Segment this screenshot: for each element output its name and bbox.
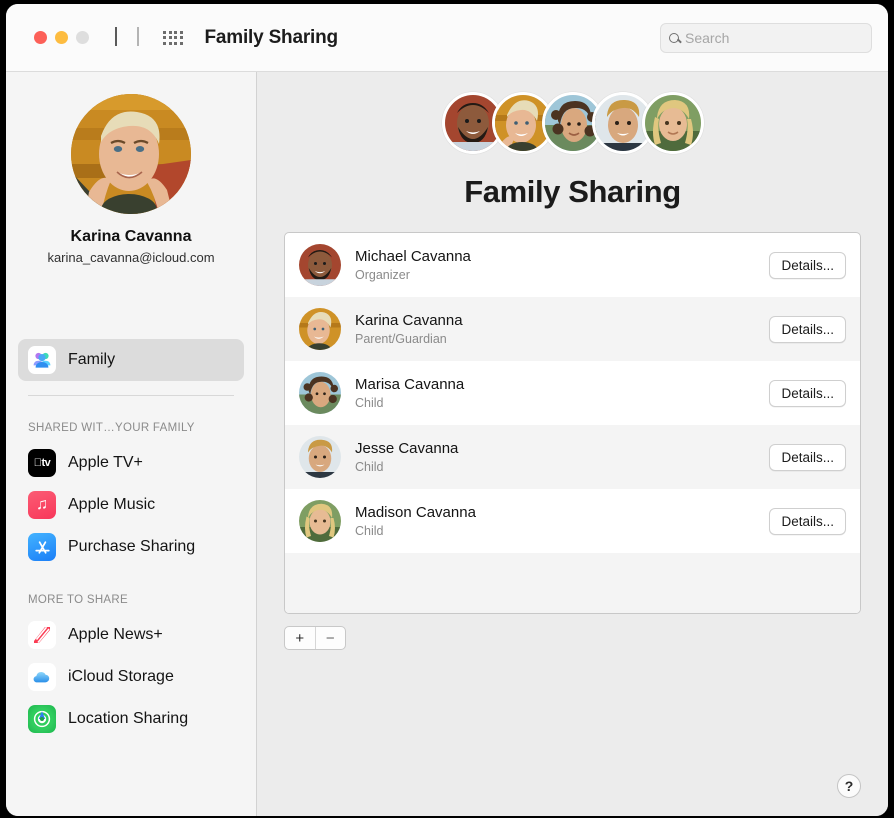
member-role: Organizer: [355, 268, 410, 282]
avatar: [299, 500, 341, 542]
family-icon: [28, 346, 56, 374]
list-empty-area: [285, 553, 860, 613]
sidebar-item-apple-tv[interactable]: tv Apple TV+: [18, 442, 244, 484]
sidebar-item-label: Location Sharing: [68, 710, 189, 727]
member-name: Madison Cavanna: [355, 504, 476, 521]
details-button[interactable]: Details...: [769, 251, 846, 279]
member-info: Madison Cavanna Child: [355, 504, 769, 538]
avatar: [71, 94, 191, 214]
table-row[interactable]: Karina Cavanna Parent/Guardian Details..…: [285, 297, 860, 361]
sidebar-item-location-sharing[interactable]: Location Sharing: [18, 698, 244, 740]
avatar: [299, 436, 341, 478]
details-button[interactable]: Details...: [769, 315, 846, 343]
member-role: Child: [355, 460, 384, 474]
member-name: Marisa Cavanna: [355, 376, 465, 393]
member-info: Marisa Cavanna Child: [355, 376, 769, 410]
find-my-icon: [28, 705, 56, 733]
table-row[interactable]: Marisa Cavanna Child Details...: [285, 361, 860, 425]
add-member-button[interactable]: +: [285, 627, 315, 649]
sidebar-section-header-shared: SHARED WIT…YOUR FAMILY: [28, 422, 195, 434]
sidebar-item-purchase-sharing[interactable]: Purchase Sharing: [18, 526, 244, 568]
member-info: Karina Cavanna Parent/Guardian: [355, 312, 769, 346]
member-name: Karina Cavanna: [355, 312, 463, 329]
sidebar-item-label: Apple TV+: [68, 454, 143, 471]
navigation-buttons: [115, 26, 139, 47]
chevron-left-icon: [115, 26, 117, 46]
close-button[interactable]: [34, 31, 47, 44]
sidebar-section-header-more: MORE TO SHARE: [28, 594, 128, 606]
avatar: [299, 308, 341, 350]
details-button[interactable]: Details...: [769, 379, 846, 407]
show-all-grid-icon[interactable]: [163, 30, 183, 45]
search-input[interactable]: Search: [660, 23, 872, 53]
cluster-avatar-madison: [641, 92, 704, 154]
search-placeholder: Search: [685, 30, 730, 46]
member-role: Child: [355, 396, 384, 410]
sidebar-item-family[interactable]: Family: [18, 339, 244, 381]
icloud-icon: [28, 663, 56, 691]
apple-tv-icon: tv: [28, 449, 56, 477]
sidebar-item-label: Purchase Sharing: [68, 538, 196, 555]
sidebar-item-label: Apple News+: [68, 626, 163, 643]
apple-news-icon: [28, 621, 56, 649]
profile-email: karina_cavanna@icloud.com: [47, 250, 215, 265]
sidebar-item-label: iCloud Storage: [68, 668, 174, 685]
table-row[interactable]: Michael Cavanna Organizer Details...: [285, 233, 860, 297]
member-info: Michael Cavanna Organizer: [355, 248, 769, 282]
zoom-button[interactable]: [76, 31, 89, 44]
remove-member-button[interactable]: −: [314, 627, 346, 649]
minimize-button[interactable]: [55, 31, 68, 44]
search-icon: [669, 33, 679, 43]
avatar: [299, 244, 341, 286]
table-row[interactable]: Madison Cavanna Child Details...: [285, 489, 860, 553]
sidebar-item-label: Family: [68, 351, 116, 368]
sidebar-item-icloud-storage[interactable]: iCloud Storage: [18, 656, 244, 698]
window-body: Karina Cavanna karina_cavanna@icloud.com…: [6, 72, 888, 816]
karina-avatar-art: [71, 94, 191, 214]
details-button[interactable]: Details...: [769, 507, 846, 535]
details-button[interactable]: Details...: [769, 443, 846, 471]
add-remove-controls: + −: [284, 626, 346, 650]
member-info: Jesse Cavanna Child: [355, 440, 769, 474]
member-role: Parent/Guardian: [355, 332, 447, 346]
page-title: Family Sharing: [464, 174, 681, 209]
window-title: Family Sharing: [204, 26, 339, 48]
family-members-list: Michael Cavanna Organizer Details... Kar…: [284, 232, 861, 614]
profile-name: Karina Cavanna: [70, 228, 192, 245]
app-store-icon: [28, 533, 56, 561]
chevron-right-icon: [137, 26, 139, 46]
avatar: [299, 372, 341, 414]
sidebar-item-apple-music[interactable]: ♫ Apple Music: [18, 484, 244, 526]
help-button[interactable]: ?: [837, 774, 861, 798]
preferences-window: Family Sharing Search Karina Cavanna kar…: [6, 4, 888, 816]
forward-button[interactable]: [137, 26, 139, 47]
window-toolbar: Family Sharing Search: [6, 4, 888, 72]
member-name: Jesse Cavanna: [355, 440, 459, 457]
sidebar: Karina Cavanna karina_cavanna@icloud.com…: [6, 72, 257, 816]
main-content: Family Sharing Michael Cavanna Organizer…: [257, 72, 888, 816]
member-role: Child: [355, 524, 384, 538]
apple-music-icon: ♫: [28, 491, 56, 519]
sidebar-item-label: Apple Music: [68, 496, 156, 513]
family-avatar-cluster: [257, 92, 888, 164]
member-name: Michael Cavanna: [355, 248, 471, 265]
sidebar-divider: [28, 395, 234, 396]
sidebar-item-apple-news[interactable]: Apple News+: [18, 614, 244, 656]
back-button[interactable]: [115, 26, 117, 47]
table-row[interactable]: Jesse Cavanna Child Details...: [285, 425, 860, 489]
traffic-lights: [34, 31, 89, 44]
